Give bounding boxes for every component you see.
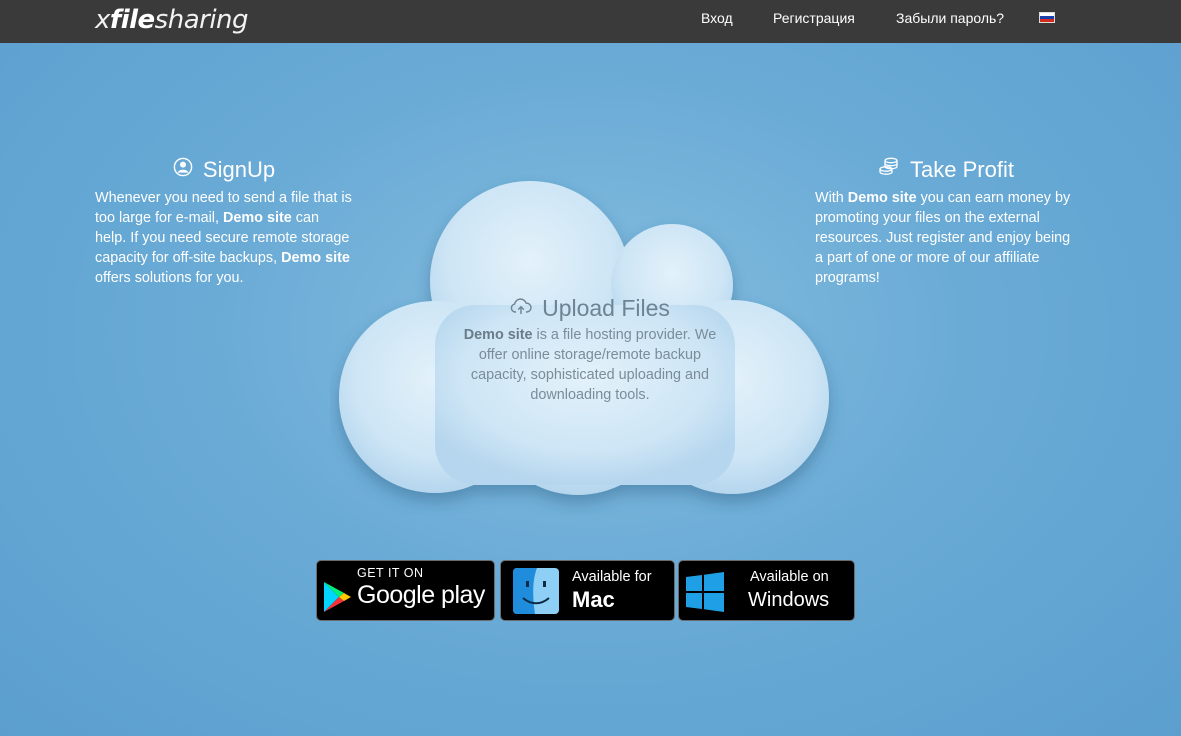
mac-badge[interactable]: Available for Mac	[500, 560, 675, 621]
profit-heading: Take Profit	[815, 155, 1077, 185]
windows-badge-line2: Windows	[748, 589, 830, 611]
google-play-icon	[323, 581, 353, 620]
logo-prefix: x	[95, 5, 110, 35]
google-badge-line1: GET IT ON	[357, 566, 424, 580]
nav-register[interactable]: Регистрация	[773, 0, 855, 36]
google-play-badge[interactable]: GET IT ON Google play	[316, 560, 495, 621]
logo-bold: file	[109, 5, 155, 35]
profit-section: Take Profit With Demo site you can earn …	[815, 155, 1077, 288]
cloud-upload-icon	[510, 295, 532, 322]
user-circle-icon	[173, 155, 193, 185]
profit-text: With Demo site you can earn money by pro…	[815, 190, 1071, 286]
windows-badge[interactable]: Available on Windows	[678, 560, 855, 621]
mac-badge-line1: Available for	[572, 569, 652, 585]
upload-section: Upload Files Demo site is a file hosting…	[450, 292, 730, 405]
coins-stack-icon	[878, 155, 900, 185]
nav-login[interactable]: Вход	[701, 0, 733, 36]
nav-forgot-password[interactable]: Забыли пароль?	[896, 0, 1004, 36]
upload-text: Demo site is a file hosting provider. We…	[463, 327, 717, 403]
mac-badge-line2: Mac	[572, 587, 615, 612]
site-logo[interactable]: xfilesharing	[95, 4, 249, 36]
mac-finder-icon	[513, 568, 559, 619]
signup-text: Whenever you need to send a file that is…	[95, 190, 352, 286]
signup-heading: SignUp	[95, 155, 353, 185]
signup-title: SignUp	[202, 157, 276, 182]
google-badge-line2: Google play	[357, 581, 485, 609]
logo-suffix: sharing	[154, 5, 249, 35]
top-navbar: xfilesharing Вход Регистрация Забыли пар…	[0, 0, 1181, 43]
upload-heading: Upload Files	[450, 292, 730, 324]
windows-icon	[686, 572, 724, 617]
windows-badge-line1: Available on	[750, 569, 829, 585]
russian-flag-icon[interactable]	[1039, 12, 1055, 23]
profit-title: Take Profit	[910, 157, 1014, 182]
upload-title: Upload Files	[542, 294, 670, 321]
signup-section: SignUp Whenever you need to send a file …	[95, 155, 353, 288]
